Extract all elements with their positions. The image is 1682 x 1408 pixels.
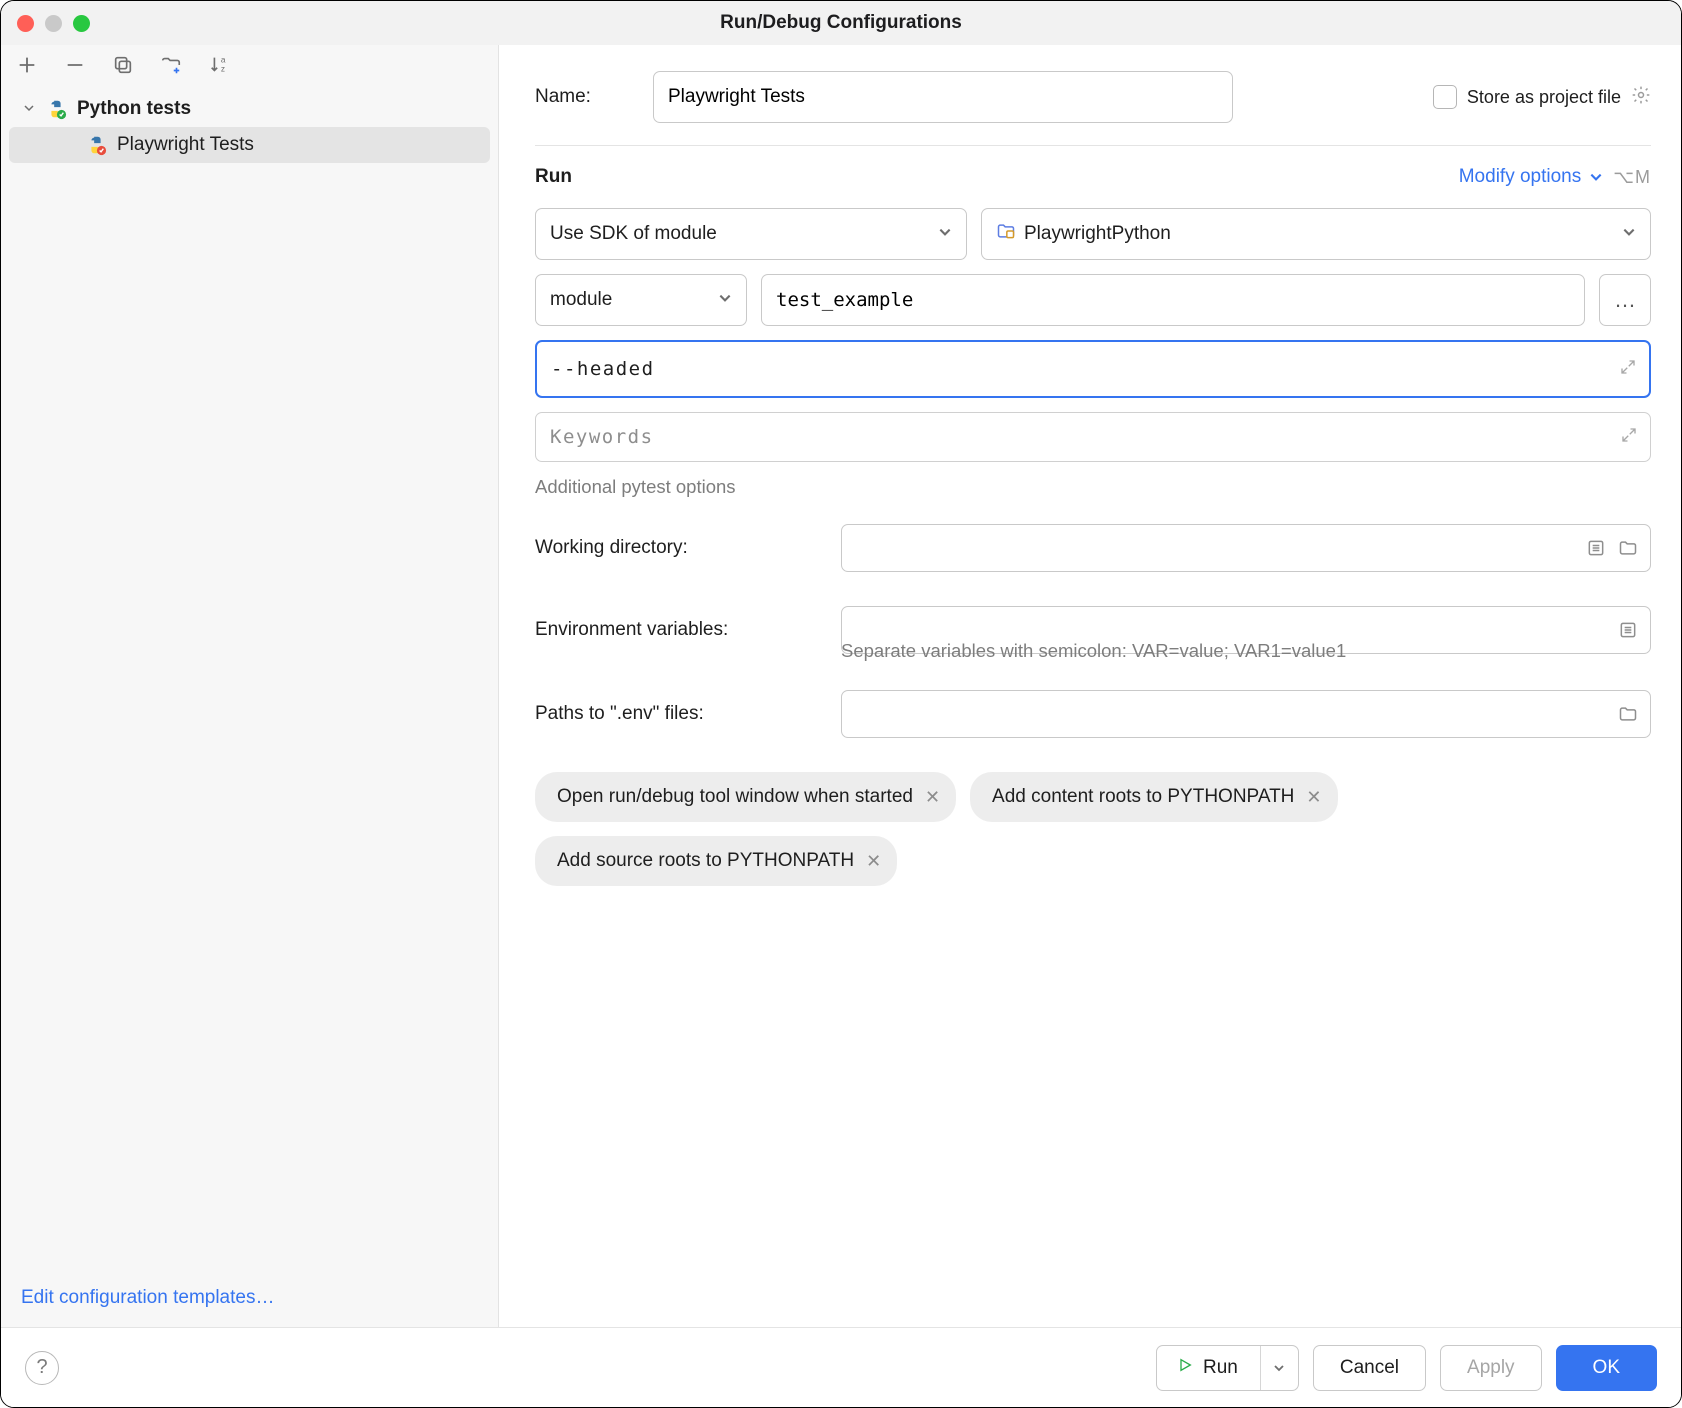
folder-icon[interactable] [1616,536,1640,560]
target-type-select[interactable]: module [535,274,747,326]
arguments-input[interactable]: --headed [535,340,1651,398]
sort-icon[interactable]: az [207,53,231,77]
modify-shortcut-hint: ⌥M [1613,167,1651,188]
chip-source-roots[interactable]: Add source roots to PYTHONPATH ✕ [535,836,897,886]
name-label: Name: [535,86,635,108]
svg-text:a: a [221,55,226,64]
name-row: Name: Store as project file [535,71,1651,123]
folder-icon[interactable] [1616,702,1640,726]
working-dir-input[interactable] [856,525,1576,571]
run-triangle-icon [1177,1357,1193,1379]
chip-content-roots[interactable]: Add content roots to PYTHONPATH ✕ [970,772,1337,822]
add-config-icon[interactable] [15,53,39,77]
dialog-window: Run/Debug Configurations az [0,0,1682,1408]
folder-add-icon[interactable] [159,53,183,77]
sdk-select[interactable]: Use SDK of module [535,208,967,260]
expand-field-icon[interactable] [1620,426,1638,449]
env-vars-label: Environment variables: [535,619,823,641]
sidebar-toolbar: az [1,45,498,85]
run-section-header: Run Modify options ⌥M [535,166,1651,188]
modify-options-link[interactable]: Modify options [1459,166,1604,188]
env-files-input-wrap [841,690,1651,738]
keywords-placeholder: Keywords [550,426,654,448]
config-tree: Python tests Playwright Tests [1,85,498,1273]
close-icon[interactable]: ✕ [866,851,881,872]
run-split-button[interactable] [1260,1346,1298,1390]
chip-open-tool-window[interactable]: Open run/debug tool window when started … [535,772,956,822]
sdk-select-value: Use SDK of module [550,223,717,245]
tree-group-python-tests[interactable]: Python tests [1,91,498,127]
chevron-down-icon [1589,170,1603,184]
chevron-down-icon [938,223,952,245]
chevron-down-icon [1622,223,1636,245]
chip-label: Open run/debug tool window when started [557,786,913,808]
python-tests-icon [45,98,67,120]
gear-icon[interactable] [1631,85,1651,110]
edit-templates-link[interactable]: Edit configuration templates… [21,1287,274,1308]
option-chips: Open run/debug tool window when started … [535,772,1651,886]
copy-config-icon[interactable] [111,53,135,77]
tree-item-playwright-tests[interactable]: Playwright Tests [9,127,490,163]
python-tests-icon [85,134,107,156]
sidebar: az Python tests Playwrig [1,45,499,1327]
name-input[interactable] [653,71,1233,123]
list-icon[interactable] [1616,618,1640,642]
additional-options-hint: Additional pytest options [535,476,1651,498]
env-files-label: Paths to ".env" files: [535,703,823,725]
ok-button[interactable]: OK [1556,1345,1657,1391]
close-icon[interactable]: ✕ [925,787,940,808]
chip-label: Add source roots to PYTHONPATH [557,850,854,872]
close-icon[interactable]: ✕ [1306,787,1321,808]
working-dir-input-wrap [841,524,1651,572]
ok-button-label: OK [1593,1357,1620,1379]
titlebar: Run/Debug Configurations [1,1,1681,45]
run-button[interactable]: Run [1156,1345,1299,1391]
target-type-value: module [550,289,612,311]
working-dir-label: Working directory: [535,537,823,559]
tree-item-label: Playwright Tests [117,134,254,156]
main-panel: Name: Store as project file Run Modify o… [499,45,1681,1327]
target-input[interactable] [761,274,1585,326]
chip-label: Add content roots to PYTHONPATH [992,786,1294,808]
svg-text:z: z [221,64,225,73]
browse-target-button[interactable]: … [1599,274,1651,326]
list-icon[interactable] [1584,536,1608,560]
modify-options-label: Modify options [1459,166,1582,188]
apply-button[interactable]: Apply [1440,1345,1542,1391]
module-select[interactable]: PlaywrightPython [981,208,1651,260]
store-label: Store as project file [1467,87,1621,108]
tree-group-label: Python tests [77,98,191,120]
arguments-value: --headed [551,358,655,380]
chevron-down-icon [23,101,39,117]
divider [535,145,1651,146]
keywords-input[interactable]: Keywords [535,412,1651,462]
dialog-title: Run/Debug Configurations [1,12,1681,34]
dialog-footer: ? Run Cancel Apply OK [1,1327,1681,1407]
cancel-button[interactable]: Cancel [1313,1345,1426,1391]
chevron-down-icon [718,289,732,311]
store-as-project-file[interactable]: Store as project file [1433,85,1651,110]
cancel-button-label: Cancel [1340,1357,1399,1379]
help-button[interactable]: ? [25,1351,59,1385]
apply-button-label: Apply [1467,1357,1515,1379]
module-select-value: PlaywrightPython [1024,223,1171,245]
remove-config-icon[interactable] [63,53,87,77]
run-section-title: Run [535,166,572,188]
run-button-label: Run [1203,1357,1238,1379]
env-files-input[interactable] [856,691,1608,737]
module-folder-icon [996,221,1016,247]
sidebar-footer: Edit configuration templates… [1,1273,498,1327]
expand-field-icon[interactable] [1619,358,1637,381]
store-checkbox[interactable] [1433,85,1457,109]
